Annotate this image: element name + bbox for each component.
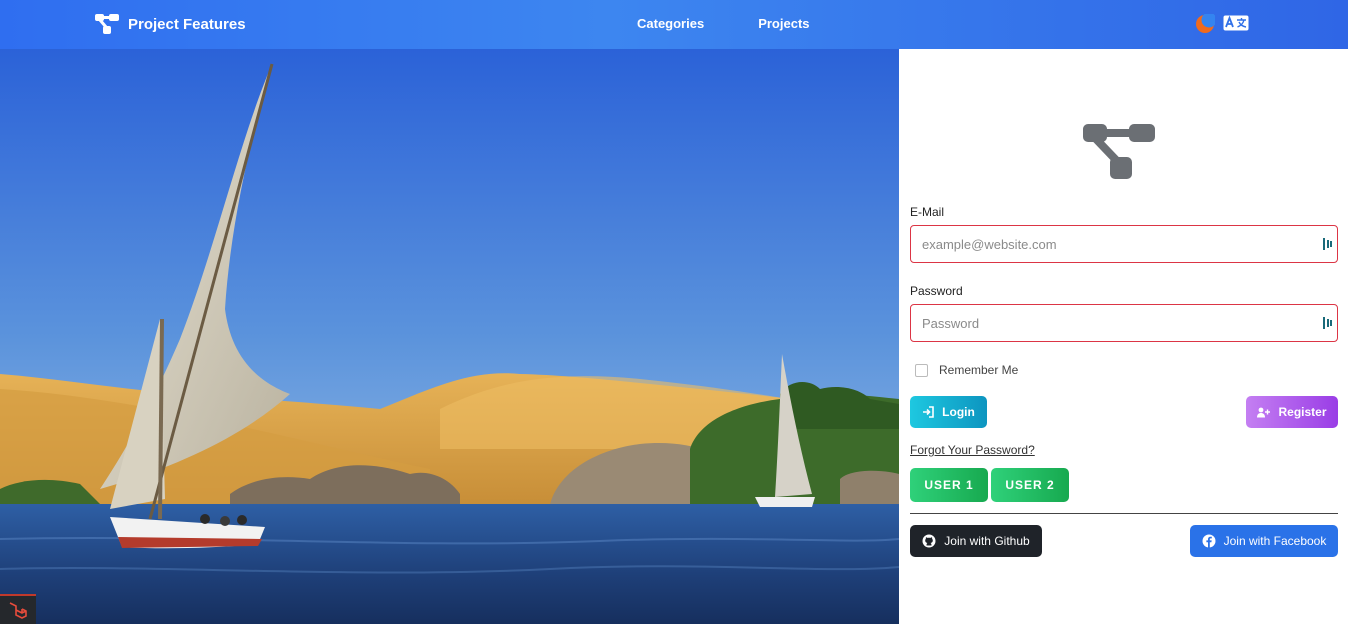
divider	[910, 513, 1338, 514]
nav-link-projects[interactable]: Projects	[758, 16, 809, 31]
password-label: Password	[910, 284, 963, 298]
password-manager-icon[interactable]	[1323, 238, 1333, 250]
sitemap-logo-icon	[1083, 124, 1155, 179]
brand-link[interactable]: Project Features	[94, 13, 246, 35]
hero-image	[0, 49, 899, 624]
facebook-icon	[1202, 534, 1216, 548]
github-login-button[interactable]: Join with Github	[910, 525, 1042, 557]
password-field-wrap	[910, 304, 1338, 342]
email-field[interactable]	[911, 226, 1337, 262]
register-button[interactable]: Register	[1246, 396, 1338, 428]
login-button-label: Login	[942, 405, 975, 419]
email-field-wrap	[910, 225, 1338, 263]
moon-icon[interactable]	[1195, 14, 1215, 34]
login-panel: E-Mail Password Remember Me Login	[899, 49, 1348, 624]
brand-title: Project Features	[128, 15, 246, 33]
nav-link-categories[interactable]: Categories	[637, 16, 704, 31]
user-plus-icon	[1257, 407, 1271, 417]
facebook-login-button[interactable]: Join with Facebook	[1190, 525, 1338, 557]
github-icon	[922, 534, 936, 548]
password-field[interactable]	[911, 305, 1337, 341]
password-manager-icon[interactable]	[1323, 317, 1333, 329]
remember-label: Remember Me	[939, 363, 1019, 377]
login-button[interactable]: Login	[910, 396, 987, 428]
remember-me[interactable]: Remember Me	[915, 363, 1018, 377]
remember-checkbox[interactable]	[915, 363, 928, 377]
email-label: E-Mail	[910, 205, 945, 219]
top-navbar: Project Features Categories Projects	[0, 0, 1348, 49]
user1-button[interactable]: USER 1	[910, 468, 988, 502]
sitemap-icon	[95, 14, 119, 34]
translate-icon[interactable]	[1223, 15, 1249, 33]
forgot-password-link[interactable]: Forgot Your Password?	[910, 443, 1035, 457]
register-button-label: Register	[1278, 405, 1327, 419]
sign-in-icon	[923, 406, 934, 418]
user2-button[interactable]: USER 2	[991, 468, 1069, 502]
laravel-icon	[9, 602, 27, 619]
facebook-button-label: Join with Facebook	[1223, 534, 1327, 548]
github-button-label: Join with Github	[944, 534, 1030, 548]
laravel-badge[interactable]	[0, 594, 36, 624]
